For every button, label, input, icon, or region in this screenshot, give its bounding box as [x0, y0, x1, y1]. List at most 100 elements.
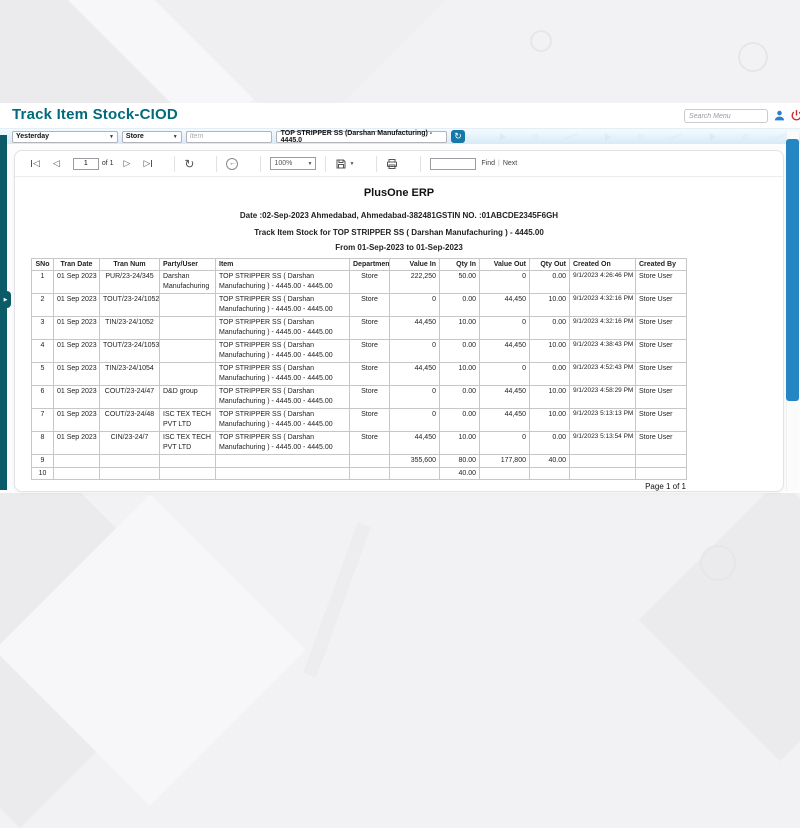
toolbar-separator: [174, 156, 175, 172]
current-page-input[interactable]: [73, 158, 99, 170]
table-cell: [216, 455, 350, 467]
table-cell: COUT/23-24/47: [100, 386, 160, 409]
item-search-input[interactable]: [186, 131, 272, 143]
report-brand: PlusOne ERP: [15, 187, 783, 199]
table-cell: 9/1/2023 4:32:16 PM: [570, 317, 636, 340]
report-title-line: Track Item Stock for TOP STRIPPER SS ( D…: [15, 228, 783, 237]
table-cell: TOP STRIPPER SS ( Darshan Manufachuring …: [216, 294, 350, 317]
table-cell: 01 Sep 2023: [54, 363, 100, 386]
table-cell: [160, 455, 216, 467]
table-cell: [216, 467, 350, 479]
find-link[interactable]: Find: [481, 160, 495, 167]
last-page-button[interactable]: ▷: [143, 158, 152, 169]
table-cell: 355,600: [390, 455, 440, 467]
table-cell: Store: [350, 294, 390, 317]
report-table-body: 101 Sep 2023PUR/23-24/345Darshan Manufac…: [32, 271, 687, 480]
first-page-icon: [31, 160, 32, 167]
period-select[interactable]: Yesterday ▼: [12, 131, 118, 143]
table-cell: TOP STRIPPER SS ( Darshan Manufachuring …: [216, 363, 350, 386]
table-cell: 44,450: [390, 432, 440, 455]
print-button[interactable]: [386, 158, 398, 170]
table-cell: [100, 455, 160, 467]
table-cell: [636, 455, 687, 467]
table-cell: 222,250: [390, 271, 440, 294]
table-cell: TOUT/23-24/1053: [100, 340, 160, 363]
report-table-head-row: SNoTran DateTran NumParty/UserItemDepart…: [32, 259, 687, 271]
table-cell: 9/1/2023 4:58:29 PM: [570, 386, 636, 409]
scrollbar-thumb[interactable]: [786, 139, 799, 401]
find-text-input[interactable]: [430, 158, 476, 170]
table-cell: 5: [32, 363, 54, 386]
sidebar-expand-tab[interactable]: ▶: [0, 291, 11, 308]
table-cell: ISC TEX TECH PVT LTD: [160, 432, 216, 455]
table-cell: 44,450: [480, 294, 530, 317]
last-page-icon: [151, 160, 152, 167]
table-cell: D&D group: [160, 386, 216, 409]
table-cell: COUT/23-24/48: [100, 409, 160, 432]
background-chevron-shape: [639, 479, 800, 762]
table-cell: TOP STRIPPER SS ( Darshan Manufachuring …: [216, 271, 350, 294]
report-page: PlusOne ERP Date :02-Sep-2023 Ahmedabad,…: [15, 187, 783, 491]
table-cell: 0: [390, 409, 440, 432]
table-cell: 0.00: [440, 386, 480, 409]
table-cell: 3: [32, 317, 54, 340]
table-cell: Store User: [636, 271, 687, 294]
table-cell: 01 Sep 2023: [54, 386, 100, 409]
period-select-value: Yesterday: [16, 133, 49, 140]
report-viewer-toolbar: ◁ ◁ of 1 ▷ ▷ ↻ ← 100% ▼: [15, 151, 783, 177]
table-cell: 44,450: [480, 386, 530, 409]
table-cell: 10.00: [530, 294, 570, 317]
table-cell: [100, 467, 160, 479]
table-row: 601 Sep 2023COUT/23-24/47D&D groupTOP ST…: [32, 386, 687, 409]
page-footer: Page 1 of 1: [31, 482, 686, 491]
last-page-icon-glyph: ▷: [143, 158, 150, 169]
user-icon[interactable]: [773, 109, 786, 122]
previous-page-button[interactable]: ◁: [53, 158, 60, 169]
toolbar-separator: [216, 156, 217, 172]
table-cell: [350, 467, 390, 479]
table-cell: 44,450: [390, 363, 440, 386]
table-cell: 50.00: [440, 271, 480, 294]
table-cell: 9/1/2023 4:26:46 PM: [570, 271, 636, 294]
zoom-select[interactable]: 100% ▼: [270, 157, 316, 170]
column-header: Item: [216, 259, 350, 271]
first-page-button[interactable]: ◁: [31, 158, 40, 169]
chevron-down-icon: ▼: [349, 161, 354, 167]
table-row: 1040.00: [32, 467, 687, 479]
printer-icon: [386, 158, 398, 170]
refresh-button[interactable]: ↻: [184, 157, 194, 171]
table-cell: Store: [350, 271, 390, 294]
column-header: Value In: [390, 259, 440, 271]
table-cell: 9: [32, 455, 54, 467]
stock-table: SNoTran DateTran NumParty/UserItemDepart…: [31, 258, 687, 480]
report-date-line: Date :02-Sep-2023 Ahmedabad, Ahmedabad-3…: [15, 211, 783, 220]
export-button[interactable]: ▼: [335, 158, 354, 170]
table-cell: 0: [390, 386, 440, 409]
power-icon[interactable]: [790, 109, 800, 122]
refresh-report-button[interactable]: ↻: [451, 130, 465, 143]
next-result-link[interactable]: Next: [503, 160, 517, 167]
table-cell: 8: [32, 432, 54, 455]
table-cell: Store User: [636, 432, 687, 455]
table-cell: [54, 455, 100, 467]
search-menu-input[interactable]: [684, 109, 768, 123]
next-page-button[interactable]: ▷: [124, 158, 131, 169]
table-cell: 0: [480, 363, 530, 386]
table-cell: 01 Sep 2023: [54, 432, 100, 455]
first-page-icon-glyph: ◁: [33, 158, 40, 169]
background-ring-shape: [700, 545, 736, 581]
table-cell: Store User: [636, 294, 687, 317]
table-cell: TOP STRIPPER SS ( Darshan Manufachuring …: [216, 340, 350, 363]
table-cell: 6: [32, 386, 54, 409]
table-cell: 10.00: [440, 363, 480, 386]
back-button[interactable]: ←: [226, 158, 238, 170]
table-cell: [390, 467, 440, 479]
table-cell: 10.00: [440, 317, 480, 340]
table-cell: 40.00: [440, 467, 480, 479]
department-select[interactable]: Store ▼: [122, 131, 182, 143]
table-cell: Store User: [636, 317, 687, 340]
page-title: Track Item Stock-CIOD: [12, 106, 178, 123]
expand-arrow-icon: ▶: [4, 297, 8, 303]
table-cell: [160, 467, 216, 479]
table-cell: 44,450: [390, 317, 440, 340]
